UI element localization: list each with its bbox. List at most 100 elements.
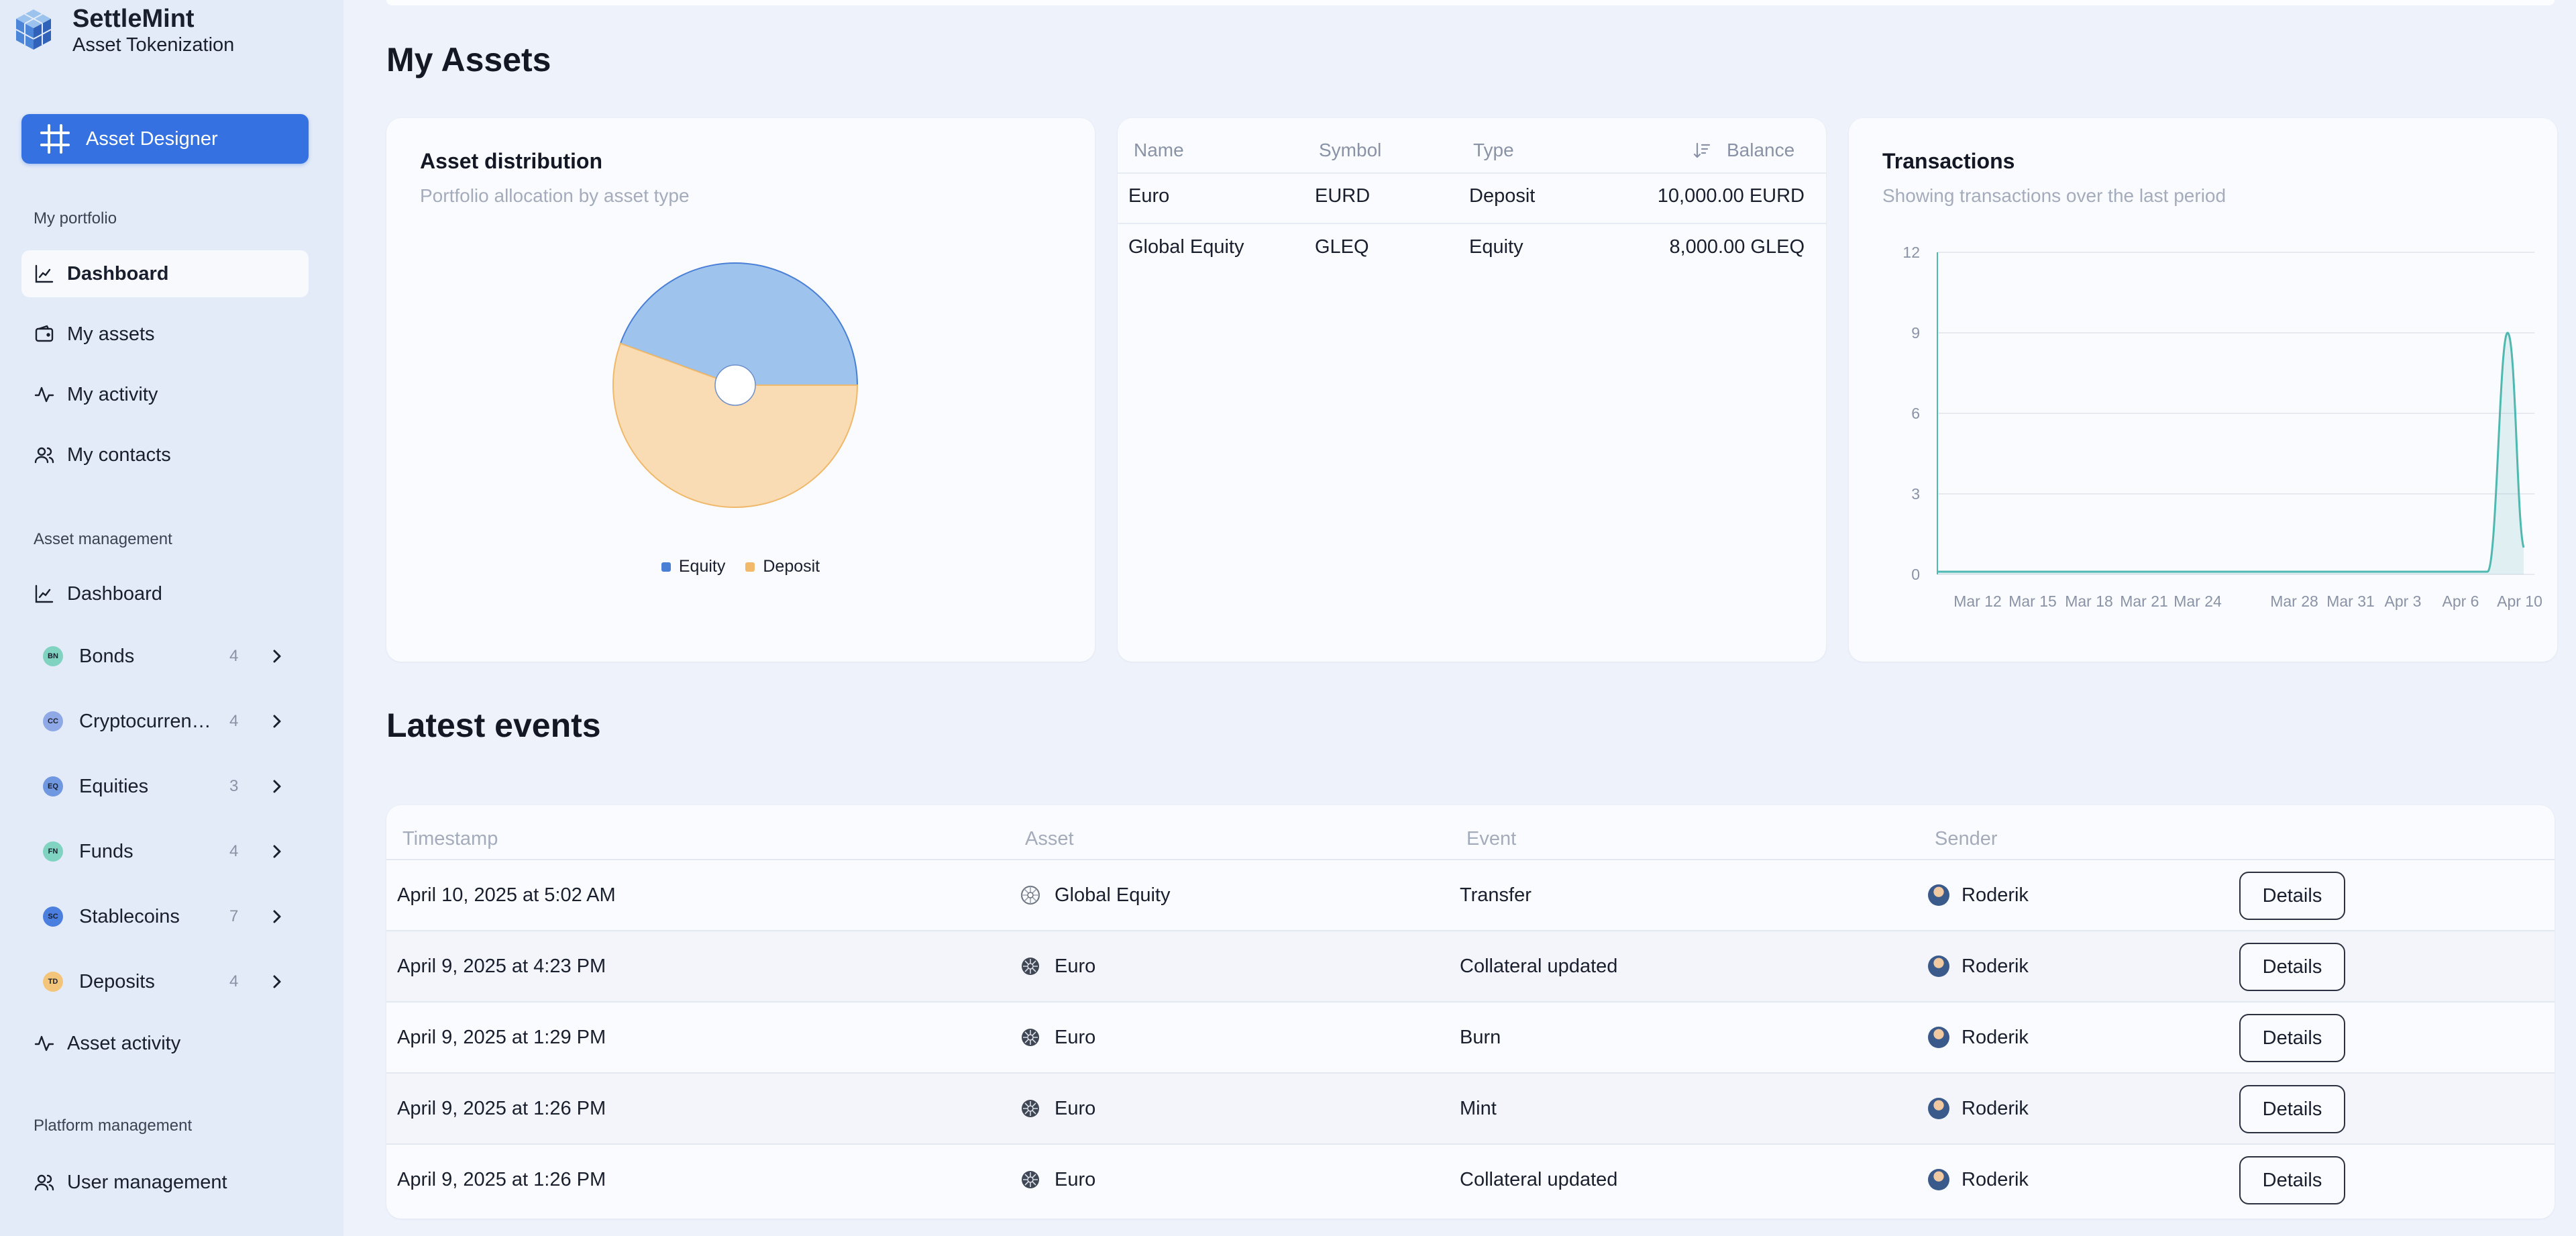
users-icon [34,447,54,464]
th-symbol[interactable]: Symbol [1319,140,1381,161]
euro-token-icon [1022,1171,1039,1188]
asset-cell-symbol: EURD [1315,185,1371,207]
th-type[interactable]: Type [1473,140,1514,161]
event-type: Mint [1460,1097,1497,1119]
event-row: April 9, 2025 at 4:23 PM Euro Collateral u… [386,930,2555,1001]
th-event[interactable]: Event [1466,828,1516,850]
event-asset-name: Euro [1055,1097,1096,1119]
sidebar-asset-type[interactable]: SC Stablecoins 7 [21,893,309,940]
details-button[interactable]: Details [2239,1085,2345,1133]
event-timestamp: April 9, 2025 at 4:23 PM [397,955,606,977]
asset-type-count: 4 [229,647,239,665]
nav-my-assets[interactable]: My assets [21,311,309,358]
chevron-right-icon[interactable] [268,778,286,795]
my-assets-heading: My Assets [386,41,551,79]
details-button[interactable]: Details [2239,872,2345,920]
avatar [1928,1098,1949,1119]
x-tick-label: Mar 15 [2008,593,2057,610]
y-tick-label: 12 [1902,244,1920,261]
event-sender-name: Roderik [1962,1026,2029,1048]
legend-label-deposit: Deposit [763,557,820,576]
asset-cell-type: Deposit [1469,185,1536,207]
x-tick-label: Mar 18 [2065,593,2113,610]
th-sender[interactable]: Sender [1935,828,1998,850]
chevron-right-icon[interactable] [268,843,286,860]
sidebar-asset-type[interactable]: TD Deposits 4 [21,958,309,1005]
area-fill [1937,333,2524,574]
nav-dashboard-label: Dashboard [67,262,169,285]
event-sender: Roderik [1928,860,2029,930]
grid-hash-icon [40,124,70,154]
brand[interactable]: SettleMint Asset Tokenization [13,0,234,60]
asset-type-badge: CC [43,711,63,731]
asset-designer-button[interactable]: Asset Designer [21,114,309,164]
chevron-right-icon[interactable] [268,648,286,665]
asset-distribution-card: Asset distribution Portfolio allocation … [386,118,1095,662]
legend-swatch-deposit [745,562,755,572]
nav-user-management-label: User management [67,1171,227,1193]
chart-line-icon [35,584,54,603]
asset-type-count: 7 [229,907,239,925]
nav-asset-activity[interactable]: Asset activity [21,1020,309,1067]
row-divider [1118,172,1826,174]
x-tick-label: Apr 3 [2385,593,2422,610]
nav-my-activity[interactable]: My activity [21,371,309,418]
asset-type-badge: EQ [43,776,63,796]
asset-type-badge: TD [43,972,63,992]
event-timestamp: April 9, 2025 at 1:26 PM [397,1168,606,1190]
section-label-platform: Platform management [34,1117,193,1135]
event-timestamp: April 10, 2025 at 5:02 AM [397,884,616,906]
nav-user-management[interactable]: User management [21,1159,309,1206]
chevron-right-icon[interactable] [268,713,286,730]
asset-type-name: Funds [79,840,133,862]
asset-type-count: 3 [229,777,239,795]
x-tick-label: Mar 24 [2174,593,2222,610]
th-asset[interactable]: Asset [1025,828,1074,850]
asset-cell-name: Euro [1128,185,1170,207]
event-asset-name: Euro [1055,1168,1096,1190]
nav-dashboard[interactable]: Dashboard [21,250,309,297]
asset-type-name: Bonds [79,645,135,667]
asset-type-badge: SC [43,907,63,927]
avatar [1928,884,1949,906]
pie-legend: Equity Deposit [386,557,1095,576]
details-button[interactable]: Details [2239,943,2345,991]
event-sender: Roderik [1928,1145,2029,1215]
nav-asset-dashboard[interactable]: Dashboard [21,570,309,617]
activity-icon [34,387,54,403]
chevron-right-icon[interactable] [268,908,286,925]
event-sender-name: Roderik [1962,884,2029,906]
euro-token-icon [1022,958,1039,975]
asset-type-name: Equities [79,775,149,797]
th-timestamp[interactable]: Timestamp [402,828,498,850]
chevron-right-icon[interactable] [268,973,286,990]
nav-asset-activity-label: Asset activity [67,1032,181,1054]
x-tick-label: Apr 6 [2443,593,2479,610]
nav-my-contacts[interactable]: My contacts [21,431,309,478]
sort-descending-icon [1693,142,1711,158]
sidebar-asset-type[interactable]: EQ Equities 3 [21,763,309,810]
sidebar-asset-type[interactable]: BN Bonds 4 [21,633,309,680]
details-button[interactable]: Details [2239,1014,2345,1062]
th-balance[interactable]: Balance [1692,140,1794,161]
asset-cell-name: Global Equity [1128,236,1244,258]
y-tick-label: 6 [1911,405,1920,422]
event-type: Collateral updated [1460,955,1618,977]
legend-label-equity: Equity [678,557,726,576]
transactions-area-chart[interactable]: 0 3 6 9 12 Mar 12 Mar 15 Mar 18 Mar 21 Mar 24 Mar … [1849,232,2557,662]
sidebar-asset-type[interactable]: CC Cryptocurrencies 4 [21,698,309,745]
details-button[interactable]: Details [2239,1156,2345,1204]
sidebar: SettleMint Asset Tokenization Asset Desi… [0,0,343,1236]
th-name[interactable]: Name [1134,140,1184,161]
row-divider [1118,223,1826,224]
transactions-subtitle: Showing transactions over the last perio… [1882,185,2226,206]
event-timestamp: April 9, 2025 at 1:29 PM [397,1026,606,1048]
asset-designer-label: Asset Designer [86,127,218,150]
x-tick-label: Apr 10 [2497,593,2542,610]
x-tick-label: Mar 12 [1953,593,2002,610]
sidebar-asset-type[interactable]: FN Funds 4 [21,828,309,875]
asset-type-badge: BN [43,646,63,666]
event-asset: Global Equity [1020,860,1171,930]
brand-title: SettleMint [72,5,195,33]
series-line[interactable] [1937,331,2525,573]
